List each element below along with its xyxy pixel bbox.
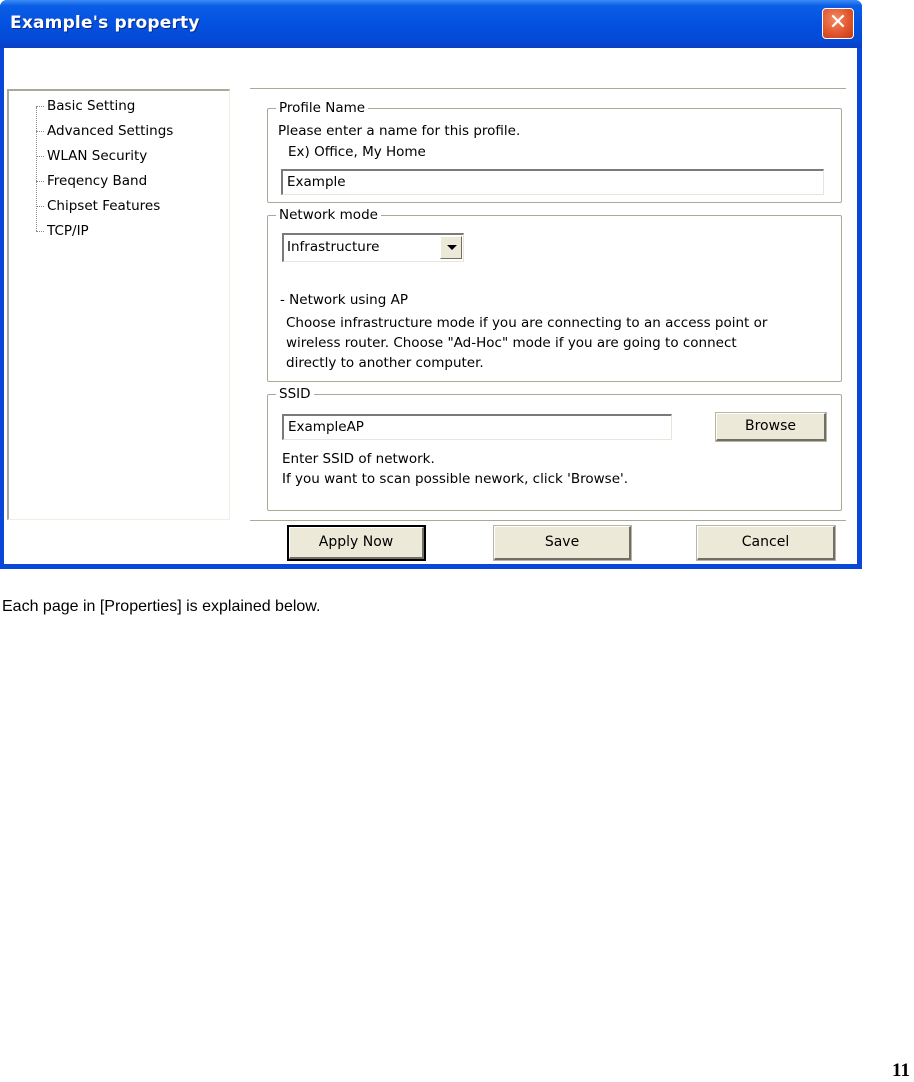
profile-name-group: Profile Name Please enter a name for thi…	[267, 100, 842, 203]
network-mode-group: Network mode Infrastructure - Network us…	[267, 207, 842, 382]
close-icon[interactable]: ✕	[822, 8, 854, 39]
network-mode-desc-line: wireless router. Choose "Ad-Hoc" mode if…	[286, 335, 737, 351]
profile-instruction: Please enter a name for this profile.	[278, 123, 521, 139]
window-title: Example's property	[10, 13, 200, 33]
property-dialog: Example's property ✕ Basic Setting Advan…	[0, 0, 862, 569]
cancel-button[interactable]: Cancel	[696, 525, 836, 561]
tree-connector	[36, 180, 44, 182]
top-separator	[250, 88, 846, 90]
network-mode-heading: - Network using AP	[280, 292, 408, 308]
network-mode-desc-line: directly to another computer.	[286, 355, 484, 371]
tree-item-label: WLAN Security	[47, 148, 148, 164]
browse-button[interactable]: Browse	[715, 412, 827, 442]
tree-connector	[36, 105, 44, 107]
tree-connector	[36, 155, 44, 157]
ssid-legend: SSID	[276, 386, 314, 402]
profile-name-legend: Profile Name	[276, 100, 369, 116]
network-mode-legend: Network mode	[276, 207, 381, 223]
tree-item-tcp-ip[interactable]: TCP/IP	[36, 220, 89, 242]
page-number: 11	[892, 1060, 910, 1081]
tree-connector	[36, 130, 44, 132]
network-mode-select[interactable]: Infrastructure	[282, 233, 464, 262]
tree-item-basic-setting[interactable]: Basic Setting	[36, 95, 135, 117]
title-bar[interactable]: Example's property ✕	[0, 0, 862, 48]
tree-connector	[36, 205, 44, 207]
tree-item-label: Chipset Features	[47, 198, 161, 214]
network-mode-desc-line: Choose infrastructure mode if you are co…	[286, 315, 768, 331]
dialog-client-area: Basic Setting Advanced Settings WLAN Sec…	[4, 48, 857, 564]
settings-tree: Basic Setting Advanced Settings WLAN Sec…	[7, 89, 230, 520]
document-caption: Each page in [Properties] is explained b…	[2, 598, 321, 615]
ssid-help-line: If you want to scan possible nework, cli…	[282, 471, 628, 487]
tree-item-label: Basic Setting	[47, 98, 136, 114]
tree-item-frequency-band[interactable]: Freqency Band	[36, 170, 147, 192]
ssid-input[interactable]: ExampleAP	[282, 414, 672, 440]
tree-item-chipset-features[interactable]: Chipset Features	[36, 195, 160, 217]
tree-item-wlan-security[interactable]: WLAN Security	[36, 145, 147, 167]
tree-item-label: Advanced Settings	[47, 123, 174, 139]
apply-now-button[interactable]: Apply Now	[287, 525, 426, 561]
tree-item-label: TCP/IP	[47, 223, 89, 239]
ssid-help-line: Enter SSID of network.	[282, 451, 435, 467]
profile-name-input[interactable]: Example	[281, 169, 824, 195]
dropdown-arrow-icon[interactable]	[440, 236, 462, 259]
bottom-separator	[250, 520, 846, 522]
save-button[interactable]: Save	[493, 525, 632, 561]
profile-example: Ex) Office, My Home	[288, 144, 426, 160]
tree-connector	[36, 230, 44, 232]
ssid-group: SSID ExampleAP Browse Enter SSID of netw…	[267, 386, 842, 511]
tree-item-advanced-settings[interactable]: Advanced Settings	[36, 120, 173, 142]
network-mode-value: Infrastructure	[287, 239, 380, 255]
tree-item-label: Freqency Band	[47, 173, 148, 189]
